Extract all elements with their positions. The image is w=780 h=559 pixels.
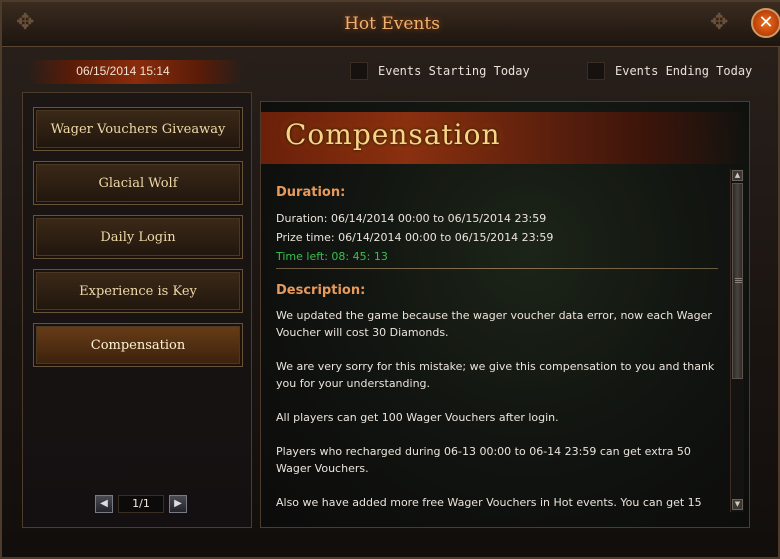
scroll-thumb[interactable] xyxy=(732,183,743,379)
event-item-experience-is-key[interactable]: Experience is Key xyxy=(33,269,243,313)
prize-time-text: Prize time: 06/14/2014 00:00 to 06/15/20… xyxy=(276,231,554,244)
ornament-right-icon: ✥ xyxy=(710,10,729,35)
close-button[interactable]: ✕ xyxy=(751,8,780,38)
duration-heading: Duration: xyxy=(276,185,346,200)
events-starting-today-label[interactable]: Events Starting Today xyxy=(378,64,530,78)
event-title: Compensation xyxy=(285,118,501,151)
description-paragraph: We are very sorry for this mistake; we g… xyxy=(276,360,715,390)
description-paragraph: Also we have added more free Wager Vouch… xyxy=(276,496,702,509)
scroll-up-icon[interactable]: ▲ xyxy=(732,170,743,181)
description-heading: Description: xyxy=(276,283,366,298)
event-item-compensation[interactable]: Compensation xyxy=(33,323,243,367)
current-datetime: 06/15/2014 15:14 xyxy=(76,64,170,78)
prev-page-button[interactable]: ◀ xyxy=(95,495,113,513)
event-detail-panel: Compensation Duration: Duration: 06/14/2… xyxy=(260,101,750,528)
grip-icon xyxy=(735,278,742,284)
title-bar[interactable]: ✥ Hot Events ✥ xyxy=(2,2,780,47)
duration-text: Duration: 06/14/2014 00:00 to 06/15/2014… xyxy=(276,212,547,225)
page-indicator: 1/1 xyxy=(118,495,164,513)
events-ending-today-label[interactable]: Events Ending Today xyxy=(615,64,752,78)
event-item-glacial-wolf[interactable]: Glacial Wolf xyxy=(33,161,243,205)
events-ending-today-checkbox[interactable] xyxy=(587,62,605,80)
scroll-down-icon[interactable]: ▼ xyxy=(732,499,743,510)
description-paragraph: We updated the game because the wager vo… xyxy=(276,309,712,339)
description-scrollbar[interactable]: ▲ ▼ xyxy=(730,169,744,512)
hot-events-window: ✥ Hot Events ✥ ✕ 06/15/2014 15:14 Events… xyxy=(0,0,780,559)
description-paragraph: All players can get 100 Wager Vouchers a… xyxy=(276,411,559,424)
description-paragraph: Players who recharged during 06-13 00:00… xyxy=(276,445,691,475)
event-item-wager-vouchers-giveaway[interactable]: Wager Vouchers Giveaway xyxy=(33,107,243,151)
next-page-button[interactable]: ▶ xyxy=(169,495,187,513)
event-item-daily-login[interactable]: Daily Login xyxy=(33,215,243,259)
events-starting-today-checkbox[interactable] xyxy=(350,62,368,80)
window-title: Hot Events xyxy=(344,14,440,34)
section-divider xyxy=(276,268,718,269)
event-list-panel: Wager Vouchers Giveaway Glacial Wolf Dai… xyxy=(22,92,252,528)
time-left-text: Time left: 08: 45: 13 xyxy=(276,250,388,263)
